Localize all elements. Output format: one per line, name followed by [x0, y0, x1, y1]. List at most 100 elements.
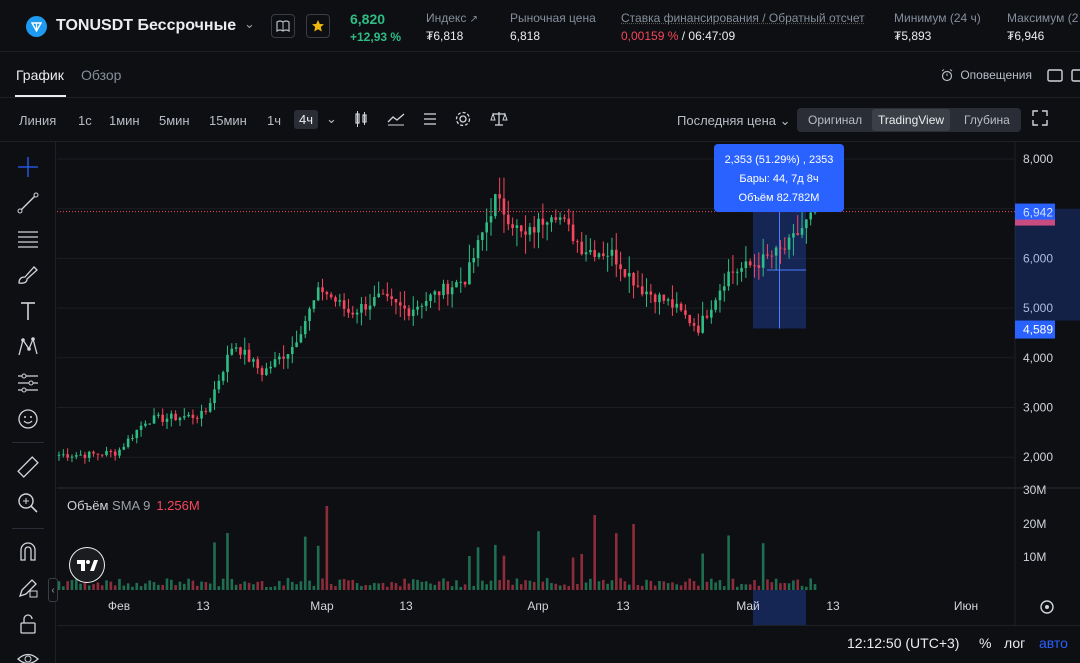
star-icon[interactable] [306, 14, 330, 38]
emoji-icon[interactable] [16, 407, 40, 431]
symbol-name[interactable]: TONUSDT Бессрочные [56, 17, 236, 35]
chart-canvas[interactable]: 8,0007,0006,0005,0004,0003,0002,00030M20… [57, 142, 1080, 625]
volume-bar [347, 580, 350, 590]
log-toggle[interactable]: лог [1004, 635, 1025, 651]
candle-body [79, 455, 82, 456]
tf-line[interactable]: Линия [19, 113, 56, 128]
candle-body [593, 250, 596, 257]
settings-gear-icon[interactable] [454, 110, 472, 128]
view-depth[interactable]: Глубина [964, 113, 1010, 127]
tf-1m[interactable]: 1мин [109, 113, 140, 128]
volume-bar [239, 584, 242, 590]
candle-body [498, 194, 501, 198]
volume-bar [79, 584, 82, 590]
lock-draw-icon[interactable] [16, 576, 40, 600]
view-original[interactable]: Оригинал [808, 113, 862, 127]
volume-bar [144, 583, 147, 590]
alerts-button[interactable]: Оповещения [940, 68, 1032, 82]
candle-body [745, 261, 748, 268]
forecast-icon[interactable] [16, 371, 40, 395]
layout-split-icon[interactable] [1071, 69, 1080, 82]
axis-settings-gear-center [1045, 605, 1049, 609]
candle-body [555, 217, 558, 219]
candle-body [304, 321, 307, 334]
volume-bar [313, 586, 316, 590]
volume-bar [555, 584, 558, 590]
candle-body [714, 300, 717, 310]
volume-bar [714, 582, 717, 590]
collapse-toolbar-button[interactable]: ‹ [48, 578, 58, 602]
auto-toggle[interactable]: авто [1039, 635, 1068, 651]
tab-chart[interactable]: График [16, 67, 64, 83]
candle-body [351, 313, 354, 315]
pattern-icon[interactable] [16, 335, 40, 359]
ruler-icon[interactable] [16, 455, 40, 479]
percent-toggle[interactable]: % [979, 635, 991, 651]
chevron-down-icon[interactable]: ⌄ [326, 111, 337, 127]
fib-icon[interactable] [16, 227, 40, 251]
tf-4h[interactable]: 4ч [294, 110, 318, 129]
volume-bar [783, 583, 786, 590]
tf-1s[interactable]: 1с [78, 113, 92, 128]
volume-bar [559, 586, 562, 590]
price-chart[interactable]: 8,0007,0006,0005,0004,0003,0002,00030M20… [57, 142, 1080, 663]
indicators-icon[interactable] [387, 110, 405, 128]
volume-bar [421, 582, 424, 590]
crosshair-icon[interactable] [16, 155, 40, 179]
volume-bar [222, 579, 225, 590]
volume-bar [459, 587, 462, 590]
candle-body [88, 452, 91, 458]
volume-bar [291, 582, 294, 590]
tab-overview[interactable]: Обзор [81, 67, 121, 83]
list-icon[interactable] [421, 110, 439, 128]
candle-body [373, 297, 376, 306]
volume-bar [693, 581, 696, 590]
text-icon[interactable] [16, 299, 40, 323]
trend-line-icon[interactable] [16, 191, 40, 215]
price-source-select[interactable]: Последняя цена ⌄ [677, 113, 791, 129]
candle-body [174, 414, 177, 420]
zoom-icon[interactable] [16, 491, 40, 515]
candle-body [192, 415, 195, 418]
tradingview-logo [69, 547, 105, 583]
layout-icon[interactable] [1047, 69, 1063, 82]
tf-15m[interactable]: 15мин [209, 113, 247, 128]
candle-body [166, 419, 169, 422]
candle-body [537, 219, 540, 233]
volume-bar [282, 585, 285, 590]
volume-bar [382, 583, 385, 590]
book-icon[interactable] [271, 14, 295, 38]
funding-countdown: / 06:47:09 [682, 29, 735, 43]
scales-icon[interactable] [490, 110, 508, 128]
candle-body [360, 304, 363, 313]
candle-body [563, 217, 566, 218]
candle-body [481, 232, 484, 240]
chevron-down-icon[interactable]: ⌄ [244, 16, 255, 32]
volume-bar [226, 533, 229, 590]
candle-body [123, 447, 126, 450]
candles-icon[interactable] [352, 110, 370, 128]
candle-body [719, 291, 722, 301]
divider [12, 528, 44, 529]
magnet-icon[interactable] [16, 540, 40, 564]
ton-logo-icon [26, 16, 47, 37]
view-tradingview[interactable]: TradingView [872, 109, 950, 131]
volume-bar [339, 580, 342, 590]
candle-body [529, 227, 532, 235]
candle-body [706, 316, 709, 318]
volume-bar [641, 586, 644, 590]
tf-5m[interactable]: 5мин [159, 113, 190, 128]
fullscreen-icon[interactable] [1032, 110, 1048, 126]
brush-icon[interactable] [16, 263, 40, 287]
divider [12, 442, 44, 443]
lock-icon[interactable] [16, 612, 40, 636]
tf-1h[interactable]: 1ч [267, 113, 281, 128]
external-link-icon[interactable]: ↗ [470, 14, 478, 25]
stat-funding: Ставка финансирования / Обратный отсчет … [621, 11, 865, 43]
candle-body [226, 355, 229, 372]
candle-body [710, 310, 713, 318]
volume-bar [287, 578, 290, 590]
candle-body [412, 310, 415, 316]
eye-icon[interactable] [16, 647, 40, 663]
candle-body [464, 282, 467, 285]
